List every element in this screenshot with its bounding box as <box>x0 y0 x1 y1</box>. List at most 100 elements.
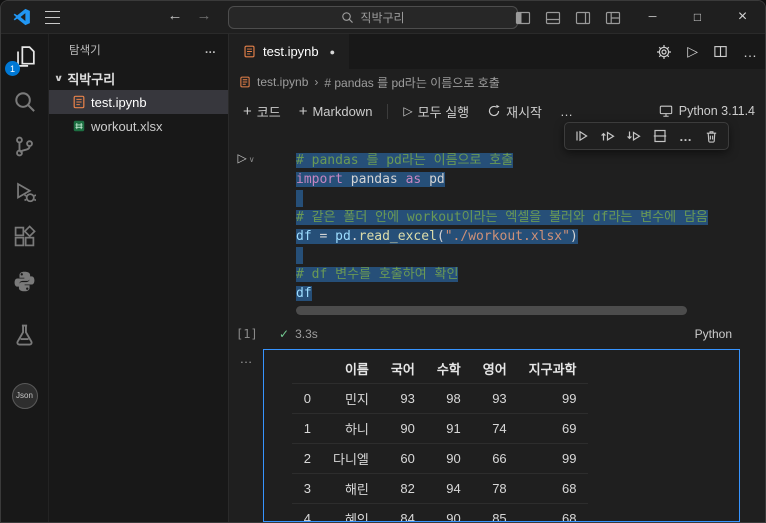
explorer-badge: 1 <box>5 61 20 76</box>
run-all-button[interactable]: ▷ 모두 실행 <box>395 99 477 124</box>
row-index: 0 <box>292 384 322 414</box>
sidebar-item-extensions[interactable] <box>1 214 48 259</box>
sidebar-item-test-explorer[interactable] <box>1 312 48 357</box>
kernel-icon <box>659 104 673 118</box>
toggle-secondary-sidebar-icon[interactable] <box>575 10 591 26</box>
explorer-more-actions-icon[interactable]: … <box>205 44 217 56</box>
sidebar-item-run-debug[interactable] <box>1 169 48 214</box>
column-header: 영어 <box>472 354 518 384</box>
selection-highlight: # 같은 폴더 안에 workout이라는 엑셀을 불러와 df라는 변수에 담… <box>296 210 708 225</box>
more-icon: … <box>560 104 573 119</box>
table-header-row: 이름국어수학영어지구과학 <box>292 354 588 384</box>
code-token: # df 변수를 호출하여 확인 <box>296 267 458 282</box>
code-line[interactable]: # 같은 폴더 안에 workout이라는 엑셀을 불러와 df라는 변수에 담… <box>296 208 746 227</box>
toggle-panel-icon[interactable] <box>545 10 561 26</box>
toggle-sidebar-icon[interactable] <box>515 10 531 26</box>
table-cell: 66 <box>472 444 518 474</box>
code-line[interactable]: import pandas as pd <box>296 170 746 189</box>
run-cell-button[interactable]: ▷ <box>237 151 246 165</box>
horizontal-scrollbar[interactable] <box>296 306 687 315</box>
table-cell: 다니엘 <box>322 444 380 474</box>
back-icon[interactable]: ← <box>164 7 186 24</box>
table-cell: 93 <box>472 384 518 414</box>
sidebar-item-python[interactable] <box>1 259 48 304</box>
breadcrumb-file[interactable]: test.ipynb <box>257 75 308 89</box>
sidebar-item-search[interactable] <box>1 79 48 124</box>
tree-folder-root[interactable]: ∨ 직박구리 <box>49 66 228 90</box>
toolbar-more-actions-icon[interactable]: … <box>552 101 581 122</box>
code-lines: # pandas 를 pd라는 이름으로 호출import pandas as … <box>296 151 746 303</box>
code-token: read_excel <box>359 229 437 244</box>
vscode-logo-icon[interactable] <box>13 8 31 26</box>
code-line[interactable] <box>296 189 746 208</box>
more-actions-icon[interactable]: … <box>743 44 757 60</box>
run-all-label: 모두 실행 <box>418 102 469 121</box>
file-tree: ∨ 직박구리 test.ipynb workout.xlsx <box>49 66 228 138</box>
breadcrumb-section[interactable]: # pandas 를 pd라는 이름으로 호출 <box>324 74 499 91</box>
restart-kernel-button[interactable]: 재시작 <box>479 99 550 124</box>
command-center-search[interactable]: 직박구리 <box>228 6 518 29</box>
notebook-settings-gear-icon[interactable] <box>656 44 672 60</box>
sidebar-item-json-extension[interactable]: Json <box>1 373 48 418</box>
run-debug-icon <box>13 180 36 203</box>
file-name: workout.xlsx <box>91 119 163 134</box>
code-line[interactable]: # df 변수를 호출하여 확인 <box>296 265 746 284</box>
execute-cell-icon[interactable] <box>570 125 593 148</box>
cell-language-picker[interactable]: Python <box>695 327 732 341</box>
kernel-label: Python 3.11.4 <box>679 104 755 118</box>
customize-layout-icon[interactable] <box>605 10 621 26</box>
tree-item-test-ipynb[interactable]: test.ipynb <box>49 90 228 114</box>
execute-below-icon[interactable] <box>622 125 645 148</box>
breadcrumb: test.ipynb › # pandas 를 pd라는 이름으로 호출 <box>229 69 765 95</box>
code-token: "./workout.xlsx" <box>445 229 570 244</box>
dataframe-output[interactable]: 이름국어수학영어지구과학0민지939893991하니909174692다니엘60… <box>263 349 740 522</box>
execute-above-icon[interactable] <box>596 125 619 148</box>
table-cell: 해린 <box>322 474 380 504</box>
tree-item-workout-xlsx[interactable]: workout.xlsx <box>49 114 228 138</box>
cell-more-actions-icon[interactable]: … <box>674 125 697 148</box>
delete-cell-icon[interactable] <box>700 125 723 148</box>
minimize-button[interactable]: ─ <box>630 1 675 33</box>
forward-icon[interactable]: → <box>193 7 215 24</box>
tab-test-ipynb[interactable]: test.ipynb ● <box>229 34 349 69</box>
split-editor-icon[interactable] <box>713 44 728 59</box>
table-cell: 하니 <box>322 414 380 444</box>
table-cell: 84 <box>380 504 426 523</box>
run-icon[interactable]: ▷ <box>687 43 698 60</box>
add-markdown-cell-button[interactable]: + Markdown <box>291 100 381 123</box>
notebook-file-icon <box>239 76 251 88</box>
menu-icon[interactable] <box>45 11 60 24</box>
column-header: 수학 <box>426 354 472 384</box>
code-line[interactable] <box>296 246 746 265</box>
code-line[interactable]: # pandas 를 pd라는 이름으로 호출 <box>296 151 746 170</box>
tab-label: test.ipynb <box>263 44 319 59</box>
add-code-cell-button[interactable]: + 코드 <box>235 99 289 124</box>
table-row: 3해린82947868 <box>292 474 588 504</box>
selection-highlight: # df 변수를 호출하여 확인 <box>296 267 458 282</box>
code-line[interactable]: df = pd.read_excel("./workout.xlsx") <box>296 227 746 246</box>
tab-bar: test.ipynb ● ▷ … <box>229 34 765 69</box>
maximize-button[interactable]: □ <box>675 1 720 33</box>
code-token: pd <box>335 229 351 244</box>
table-row: 4혜인84908568 <box>292 504 588 523</box>
split-cell-icon[interactable] <box>648 125 671 148</box>
run-cell-dropdown-icon[interactable]: ∨ <box>249 155 255 164</box>
code-line[interactable]: df <box>296 284 746 303</box>
beaker-icon <box>13 323 36 346</box>
editor-area: test.ipynb ● ▷ … test <box>229 34 765 522</box>
table-cell: 85 <box>472 504 518 523</box>
modified-dot-icon[interactable]: ● <box>330 47 335 57</box>
extensions-icon <box>13 225 36 248</box>
code-editor[interactable]: # pandas 를 pd라는 이름으로 호출import pandas as … <box>263 146 746 317</box>
sidebar-item-explorer[interactable]: 1 <box>1 34 48 79</box>
column-header: 이름 <box>322 354 380 384</box>
table-cell: 68 <box>518 474 588 504</box>
output-options-icon[interactable]: … <box>240 351 253 366</box>
sidebar-item-source-control[interactable] <box>1 124 48 169</box>
table-row: 1하니90917469 <box>292 414 588 444</box>
column-header: 지구과학 <box>518 354 588 384</box>
run-all-icon: ▷ <box>403 104 412 118</box>
close-button[interactable]: × <box>720 1 765 33</box>
dataframe-table: 이름국어수학영어지구과학0민지939893991하니909174692다니엘60… <box>292 354 588 522</box>
column-header <box>292 354 322 384</box>
